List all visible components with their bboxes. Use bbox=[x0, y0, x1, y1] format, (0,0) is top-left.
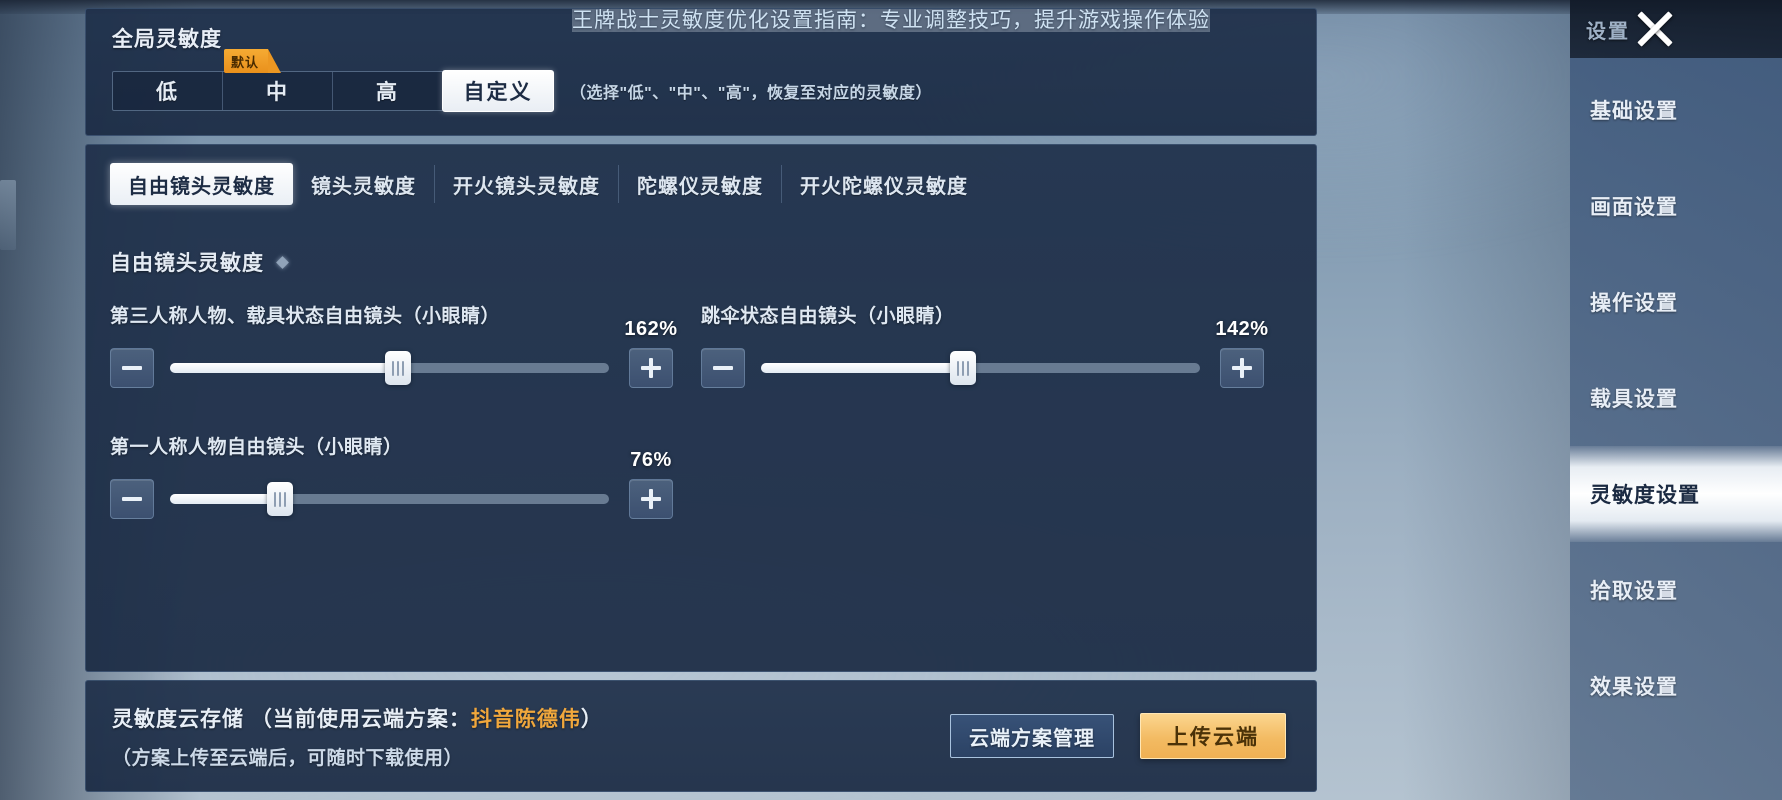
slider-value-group: 142% bbox=[1215, 318, 1268, 388]
cloud-scheme-manage-button[interactable]: 云端方案管理 bbox=[950, 714, 1114, 758]
preset-medium-button[interactable]: 中 bbox=[223, 72, 333, 110]
cloud-storage-line1: 灵敏度云存储 （当前使用云端方案：抖音陈德伟） bbox=[112, 703, 603, 733]
sidebar-item-pickup-settings[interactable]: 拾取设置 bbox=[1570, 542, 1782, 638]
minus-icon bbox=[122, 366, 142, 370]
cloud-storage-buttons: 云端方案管理 上传云端 bbox=[950, 713, 1290, 759]
cloud-storage-texts: 灵敏度云存储 （当前使用云端方案：抖音陈德伟） （方案上传至云端后，可随时下载使… bbox=[112, 703, 603, 770]
slider-block-first-person: 第一人称人物自由镜头（小眼睛） 76% bbox=[110, 432, 701, 519]
global-sensitivity-segment-row: 低 中 高 自定义 默认 （选择"低"、"中"、"高"，恢复至对应的灵敏度） bbox=[112, 49, 1292, 112]
slider-value-group: 76% bbox=[625, 449, 677, 519]
tab-fire-gyroscope-sensitivity[interactable]: 开火陀螺仪灵敏度 bbox=[782, 165, 986, 203]
slider-label: 第三人称人物、载具状态自由镜头（小眼睛） bbox=[110, 306, 501, 327]
cloud-storage-suffix: ） bbox=[580, 707, 603, 731]
thumb-grip-line bbox=[283, 491, 286, 507]
sidebar-item-graphics-settings[interactable]: 画面设置 bbox=[1570, 158, 1782, 254]
slider-fill bbox=[761, 363, 963, 373]
tab-gyroscope-sensitivity[interactable]: 陀螺仪灵敏度 bbox=[619, 165, 782, 203]
sensitivity-tab-bar: 自由镜头灵敏度 镜头灵敏度 开火镜头灵敏度 陀螺仪灵敏度 开火陀螺仪灵敏度 bbox=[110, 163, 1292, 205]
plus-icon-vertical bbox=[1240, 358, 1244, 378]
slider-track[interactable] bbox=[170, 482, 609, 516]
thumb-grip-line bbox=[966, 360, 969, 376]
slider-grid: 第三人称人物、载具状态自由镜头（小眼睛） 162% 跳伞状态自由镜头（小眼睛） … bbox=[110, 301, 1292, 519]
global-sensitivity-hint: （选择"低"、"中"、"高"，恢复至对应的灵敏度） bbox=[570, 85, 933, 102]
slider-track[interactable] bbox=[761, 351, 1200, 385]
background-edge-bar bbox=[0, 180, 16, 250]
increase-button[interactable] bbox=[629, 479, 673, 519]
slider-thumb[interactable] bbox=[385, 351, 412, 385]
plus-icon-vertical bbox=[649, 489, 653, 509]
watermark-headline: 王牌战士灵敏度优化设置指南：专业调整技巧，提升游戏操作体验 bbox=[0, 4, 1782, 34]
thumb-grip-line bbox=[956, 360, 959, 376]
thumb-grip-line bbox=[402, 360, 405, 376]
sidebar-item-sensitivity-settings[interactable]: 灵敏度设置 bbox=[1570, 446, 1782, 542]
slider-block-third-person-vehicle: 第三人称人物、载具状态自由镜头（小眼睛） 162% bbox=[110, 301, 701, 388]
thumb-grip-line bbox=[273, 491, 276, 507]
sidebar-item-basic-settings[interactable]: 基础设置 bbox=[1570, 62, 1782, 158]
slider-grid-empty-cell bbox=[701, 432, 1292, 519]
thumb-grip-line bbox=[392, 360, 395, 376]
slider-value-group: 162% bbox=[624, 318, 677, 388]
increase-button[interactable] bbox=[629, 348, 673, 388]
cloud-storage-prefix: 灵敏度云存储 （当前使用云端方案： bbox=[112, 707, 471, 731]
cloud-upload-button[interactable]: 上传云端 bbox=[1140, 713, 1286, 759]
global-sensitivity-segments: 低 中 高 自定义 默认 bbox=[112, 49, 554, 112]
minus-icon bbox=[713, 366, 733, 370]
tab-free-camera-sensitivity[interactable]: 自由镜头灵敏度 bbox=[110, 163, 293, 205]
slider-thumb[interactable] bbox=[266, 482, 293, 516]
decrease-button[interactable] bbox=[701, 348, 745, 388]
slider-value: 76% bbox=[630, 449, 672, 471]
slider-value: 162% bbox=[624, 318, 678, 340]
preset-custom-button[interactable]: 自定义 bbox=[442, 70, 554, 112]
decrease-button[interactable] bbox=[110, 479, 154, 519]
sidebar-item-vehicle-settings[interactable]: 载具设置 bbox=[1570, 350, 1782, 446]
thumb-grip-line bbox=[961, 360, 964, 376]
sidebar-item-effects-settings[interactable]: 效果设置 bbox=[1570, 638, 1782, 734]
slider-block-parachute: 跳伞状态自由镜头（小眼睛） 142% bbox=[701, 301, 1292, 388]
watermark-text: 王牌战士灵敏度优化设置指南：专业调整技巧，提升游戏操作体验 bbox=[572, 9, 1210, 32]
section-title: 自由镜头灵敏度 bbox=[110, 252, 264, 275]
settings-sidebar: 设置 基础设置 画面设置 操作设置 载具设置 灵敏度设置 拾取设置 效果设置 bbox=[1570, 0, 1782, 800]
slider-track[interactable] bbox=[170, 351, 609, 385]
slider-fill bbox=[170, 363, 399, 373]
thumb-grip-line bbox=[397, 360, 400, 376]
preset-high-button[interactable]: 高 bbox=[333, 72, 443, 110]
decrease-button[interactable] bbox=[110, 348, 154, 388]
preset-low-button[interactable]: 低 bbox=[113, 72, 223, 110]
slider-row: 162% bbox=[110, 318, 677, 388]
tab-fire-camera-sensitivity[interactable]: 开火镜头灵敏度 bbox=[435, 165, 619, 203]
slider-label: 第一人称人物自由镜头（小眼睛） bbox=[110, 437, 403, 458]
sidebar-item-list: 基础设置 画面设置 操作设置 载具设置 灵敏度设置 拾取设置 效果设置 bbox=[1570, 58, 1782, 800]
thumb-grip-line bbox=[278, 491, 281, 507]
slider-fill bbox=[170, 494, 280, 504]
cloud-storage-line2: （方案上传至云端后，可随时下载使用） bbox=[112, 747, 464, 769]
sensitivity-detail-card: 自由镜头灵敏度 镜头灵敏度 开火镜头灵敏度 陀螺仪灵敏度 开火陀螺仪灵敏度 自由… bbox=[85, 144, 1317, 672]
diamond-separator-icon bbox=[276, 255, 289, 269]
cloud-scheme-name: 抖音陈德伟 bbox=[470, 707, 581, 731]
default-badge: 默认 bbox=[224, 49, 282, 73]
tab-camera-sensitivity[interactable]: 镜头灵敏度 bbox=[293, 165, 435, 203]
sidebar-item-control-settings[interactable]: 操作设置 bbox=[1570, 254, 1782, 350]
minus-icon bbox=[122, 497, 142, 501]
slider-label: 跳伞状态自由镜头（小眼睛） bbox=[701, 306, 955, 327]
slider-row: 142% bbox=[701, 318, 1268, 388]
cloud-storage-card: 灵敏度云存储 （当前使用云端方案：抖音陈德伟） （方案上传至云端后，可随时下载使… bbox=[85, 680, 1317, 792]
section-header: 自由镜头灵敏度 bbox=[110, 247, 1292, 277]
increase-button[interactable] bbox=[1220, 348, 1264, 388]
slider-row: 76% bbox=[110, 449, 677, 519]
slider-value: 142% bbox=[1215, 318, 1269, 340]
slider-thumb[interactable] bbox=[949, 351, 976, 385]
settings-panel: 全局灵敏度 低 中 高 自定义 默认 （选择"低"、"中"、"高"，恢复至对应的… bbox=[85, 8, 1317, 792]
plus-icon-vertical bbox=[649, 358, 653, 378]
